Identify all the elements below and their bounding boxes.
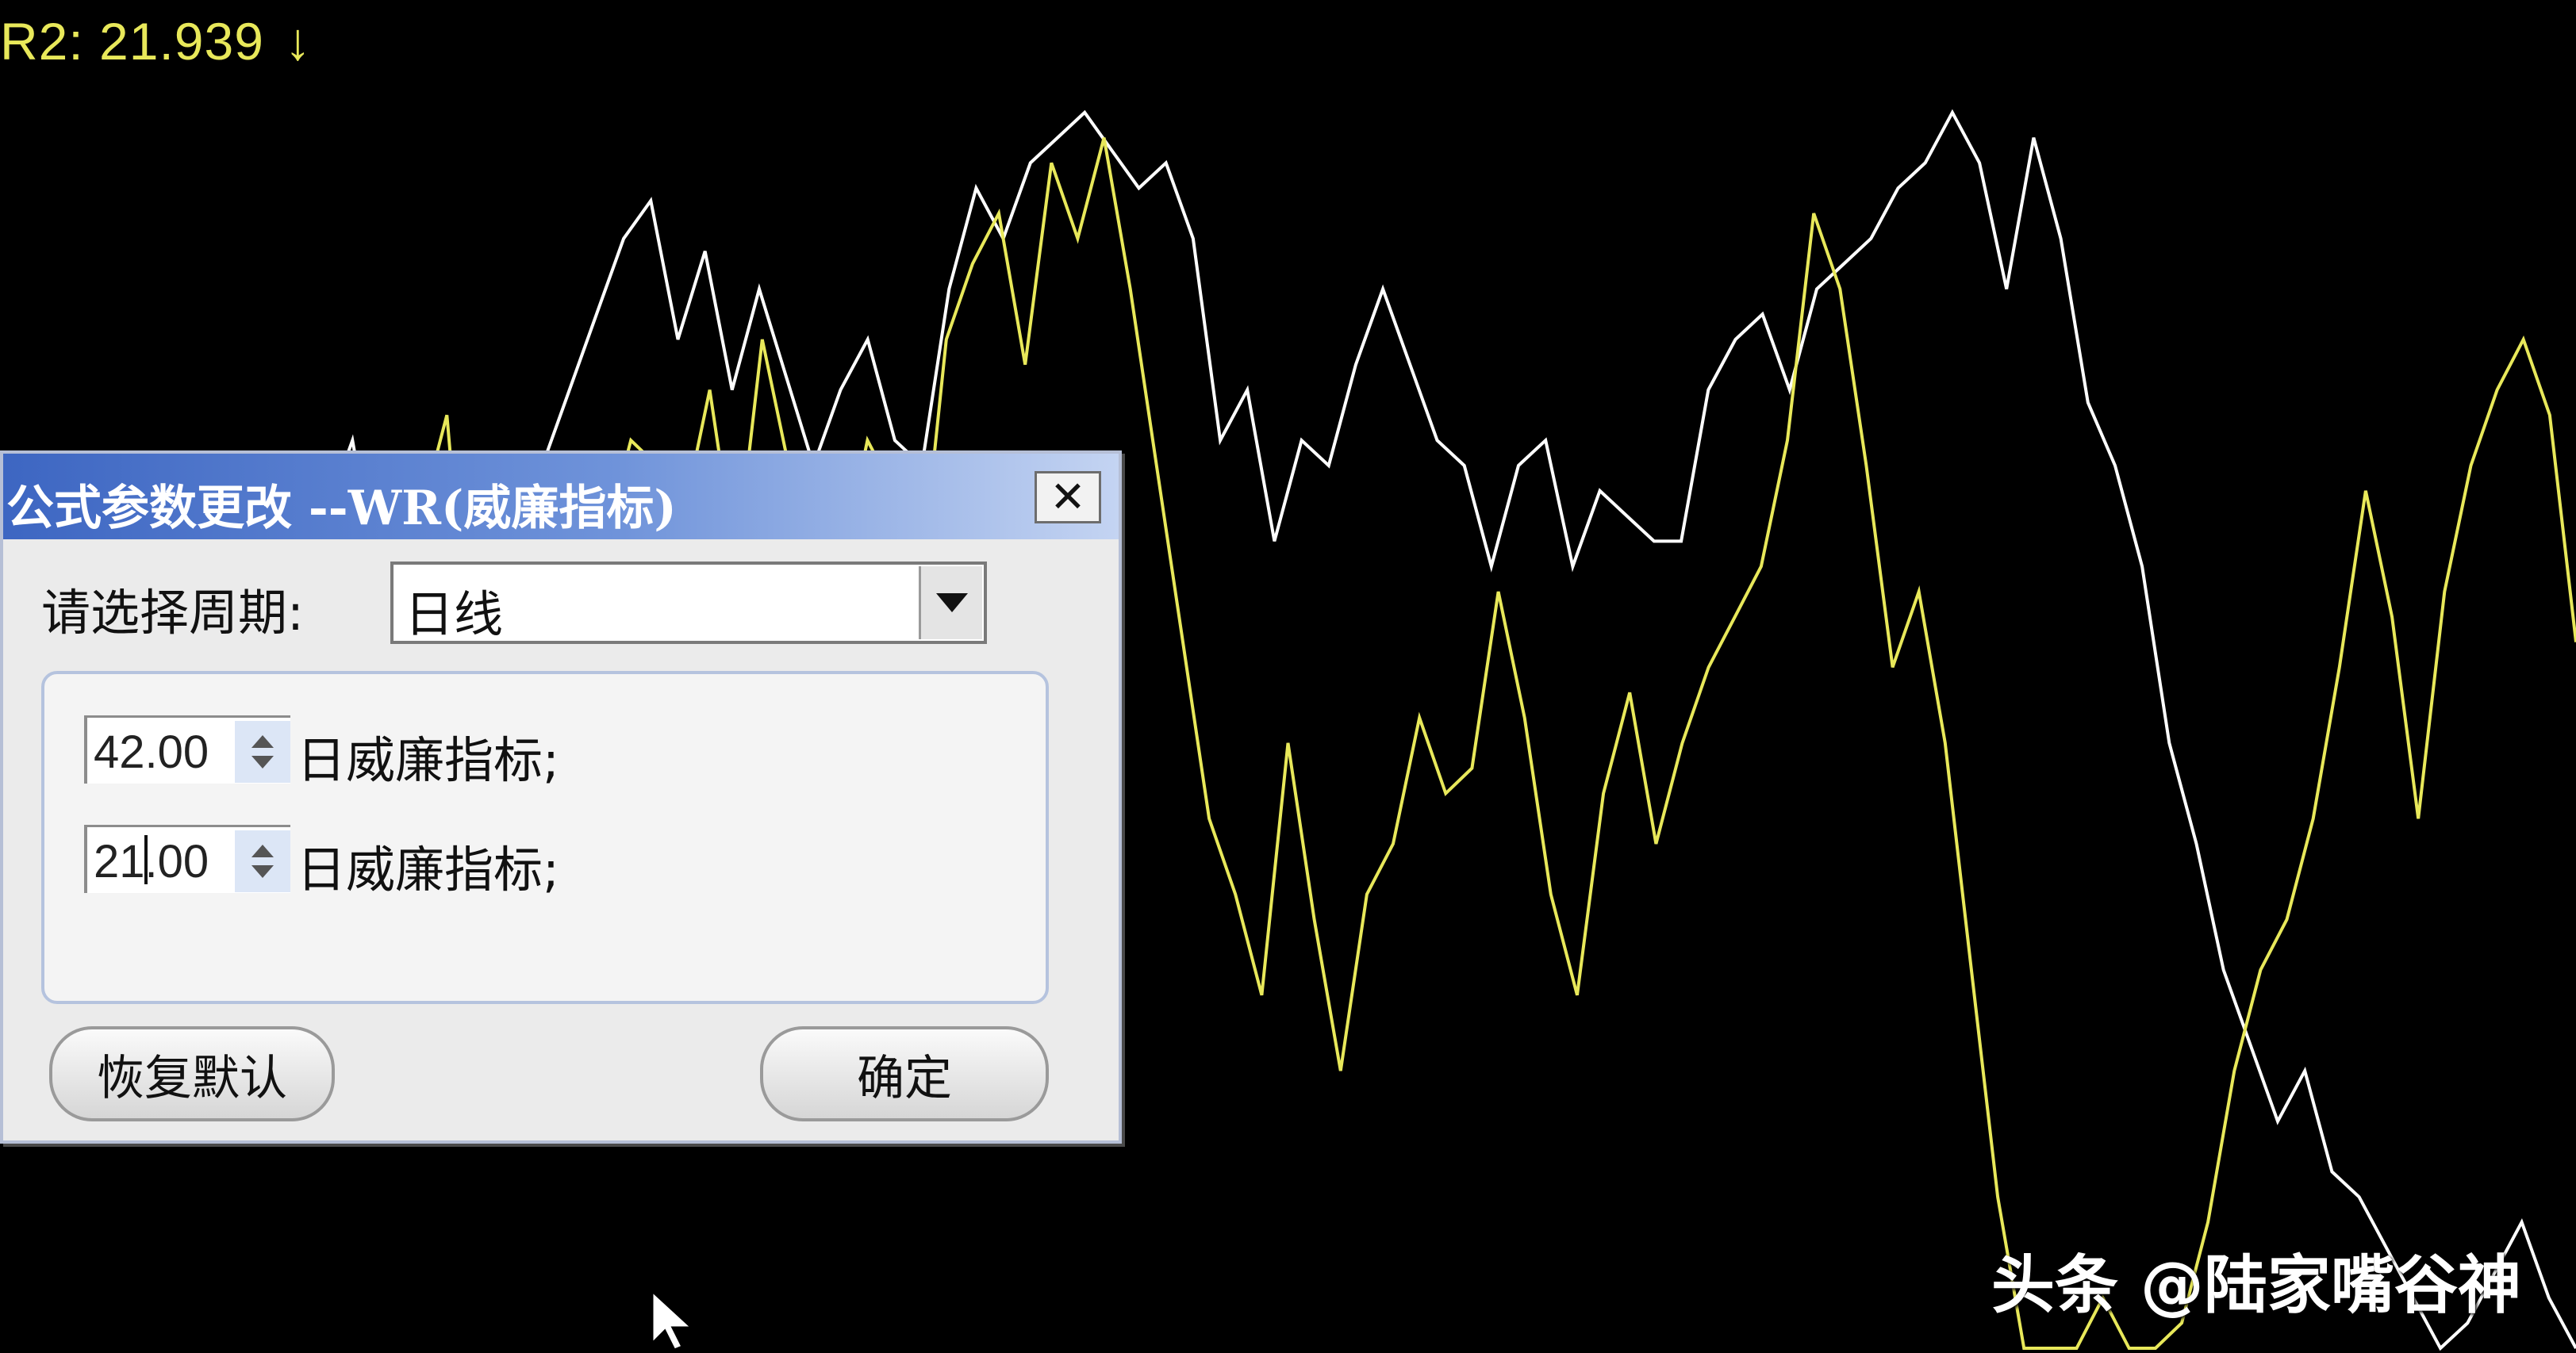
period-label: 请选择周期: xyxy=(41,584,304,642)
stepper-down-icon[interactable] xyxy=(251,756,274,768)
ok-button[interactable]: 确定 xyxy=(760,1026,1049,1121)
stepper-up-icon[interactable] xyxy=(251,845,274,857)
param-1-stepper[interactable] xyxy=(235,721,290,783)
restore-default-button[interactable]: 恢复默认 xyxy=(49,1026,335,1121)
dropdown-button[interactable] xyxy=(919,566,982,639)
stepper-down-icon[interactable] xyxy=(251,865,274,878)
text-caret xyxy=(144,835,148,884)
param-1-label: 日威廉指标; xyxy=(297,731,559,789)
close-button[interactable]: ✕ xyxy=(1035,471,1101,523)
param-2-input[interactable]: 21.00 xyxy=(84,825,290,893)
period-selected-value: 日线 xyxy=(405,585,504,643)
close-icon: ✕ xyxy=(1050,472,1086,522)
mouse-cursor-icon xyxy=(651,1290,695,1351)
dialog-titlebar[interactable]: 公式参数更改 --WR(威廉指标) ✕ xyxy=(3,454,1119,539)
r2-value-text: R2: 21.939 xyxy=(0,12,264,71)
stepper-up-icon[interactable] xyxy=(251,735,274,748)
watermark: 头条 @陆家嘴谷神 xyxy=(1991,1248,2521,1322)
param-2-label: 日威廉指标; xyxy=(297,841,559,899)
param-1-value: 42.00 xyxy=(94,726,209,778)
formula-params-dialog: 公式参数更改 --WR(威廉指标) ✕ 请选择周期: 日线 42.00 日威廉指… xyxy=(0,450,1122,1144)
period-select[interactable]: 日线 xyxy=(390,562,987,644)
param-1-input[interactable]: 42.00 xyxy=(84,715,290,784)
param-2-value: 21.00 xyxy=(94,836,209,887)
r2-value-readout: R2: 21.939 ↓ xyxy=(0,11,312,71)
param-2-stepper[interactable] xyxy=(235,830,290,892)
dialog-title: 公式参数更改 --WR(威廉指标) xyxy=(6,481,677,536)
param-group: 42.00 日威廉指标; 21.00 日威廉指标; xyxy=(41,671,1049,1004)
chevron-down-icon xyxy=(935,593,968,612)
down-arrow-icon: ↓ xyxy=(284,12,312,71)
